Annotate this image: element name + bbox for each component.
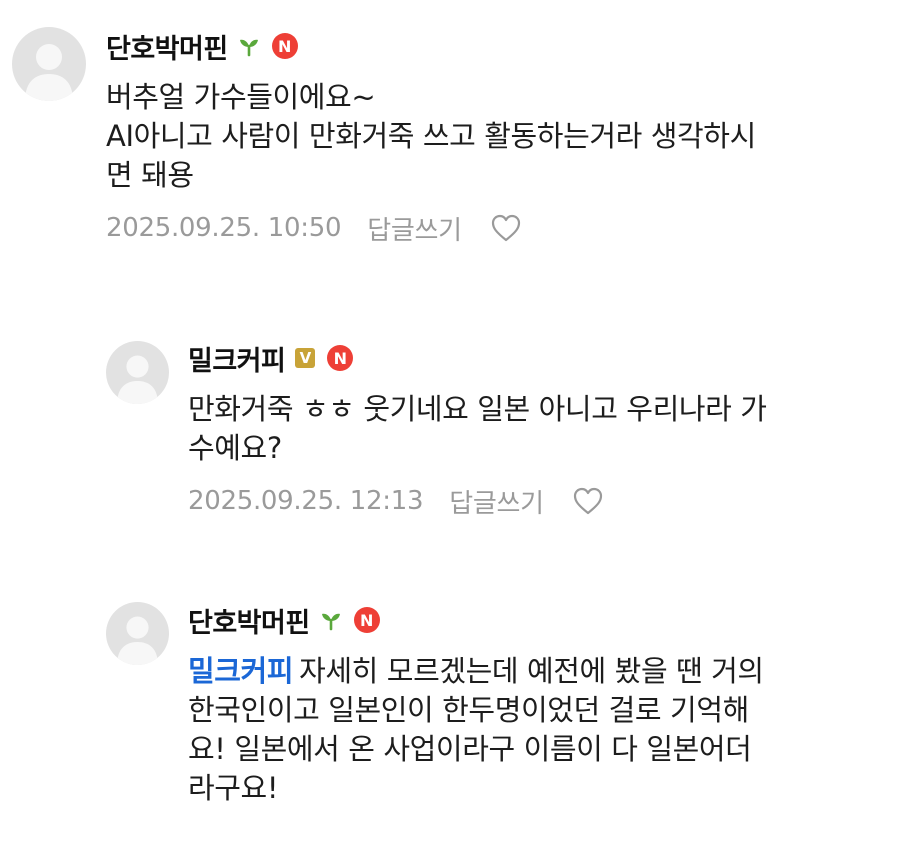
heart-icon[interactable] xyxy=(572,486,604,516)
default-avatar-icon xyxy=(117,355,158,404)
comment: 단호박머핀 N 버추얼 가수들이에요~ AI아니고 사람이 만화거죽 쓰고 활동… xyxy=(0,0,900,300)
comment-text: 버추얼 가수들이에요~ AI아니고 사람이 만화거죽 쓰고 활동하는거라 생각하… xyxy=(106,78,890,195)
comment-content: 단호박머핀 N 버추얼 가수들이에요~ AI아니고 사람이 만화거죽 쓰고 활동… xyxy=(106,28,890,246)
reply-button[interactable]: 답글쓰기 xyxy=(367,210,462,247)
reply-comment: 밀크커피 V N 만화거죽 ㅎㅎ 웃기네요 일본 아니고 우리나라 가 수예요?… xyxy=(0,300,900,570)
avatar[interactable] xyxy=(106,602,169,665)
comment-line: AI아니고 사람이 만화거죽 쓰고 활동하는거라 생각하시 xyxy=(106,119,756,153)
comment-content: 밀크커피 V N 만화거죽 ㅎㅎ 웃기네요 일본 아니고 우리나라 가 수예요?… xyxy=(188,340,890,519)
avatar[interactable] xyxy=(106,341,169,404)
comment-line: 만화거죽 ㅎㅎ 웃기네요 일본 아니고 우리나라 가 xyxy=(188,392,767,426)
v-badge: V xyxy=(295,348,316,368)
username[interactable]: 단호박머핀 xyxy=(106,27,228,66)
default-avatar-icon xyxy=(117,616,158,665)
username[interactable]: 밀크커피 xyxy=(188,339,286,378)
heart-icon[interactable] xyxy=(490,213,522,243)
default-avatar-icon xyxy=(25,44,73,101)
mention-link[interactable]: 밀크커피 xyxy=(188,654,294,688)
comment-line: 밀크커피 자세히 모르겠는데 예전에 봤을 땐 거의 xyxy=(188,652,890,691)
new-badge: N xyxy=(353,607,380,633)
comment-meta: 2025.09.25. 12:13 답글쓰기 xyxy=(188,483,890,519)
reply-comment: 단호박머핀 N 밀크커피 자세히 모르겠는데 예전에 봤을 땐 거의 한국인이고 … xyxy=(0,570,900,848)
sprout-icon xyxy=(239,39,258,57)
comment-date: 2025.09.25. 10:50 xyxy=(106,213,342,243)
comment-content: 단호박머핀 N 밀크커피 자세히 모르겠는데 예전에 봤을 땐 거의 한국인이고 … xyxy=(188,602,890,808)
avatar[interactable] xyxy=(12,27,86,101)
comment-text: 만화거죽 ㅎㅎ 웃기네요 일본 아니고 우리나라 가 수예요? xyxy=(188,390,890,468)
comment-meta: 2025.09.25. 10:50 답글쓰기 xyxy=(106,210,890,246)
username[interactable]: 단호박머핀 xyxy=(188,601,310,640)
reply-button[interactable]: 답글쓰기 xyxy=(449,483,544,520)
new-badge: N xyxy=(271,33,298,59)
comment-header: 밀크커피 V N xyxy=(188,339,890,378)
comment-line: 버추얼 가수들이에요~ xyxy=(106,80,376,114)
comment-line: 면 돼용 xyxy=(106,158,194,192)
comment-date: 2025.09.25. 12:13 xyxy=(188,486,424,516)
comment-line: 수예요? xyxy=(188,431,282,465)
comment-line-text: 자세히 모르겠는데 예전에 봤을 땐 거의 xyxy=(299,654,764,688)
sprout-icon xyxy=(321,613,340,631)
new-badge: N xyxy=(327,345,354,371)
comment-line: 요! 일본에서 온 사업이라구 이름이 다 일본어더 xyxy=(188,732,752,766)
comment-line: 라구요! xyxy=(188,771,279,805)
comment-header: 단호박머핀 N xyxy=(188,601,890,640)
comment-line: 한국인이고 일본인이 한두명이었던 걸로 기억해 xyxy=(188,693,749,727)
comment-text: 밀크커피 자세히 모르겠는데 예전에 봤을 땐 거의 한국인이고 일본인이 한두명… xyxy=(188,652,890,808)
comment-header: 단호박머핀 N xyxy=(106,27,890,66)
